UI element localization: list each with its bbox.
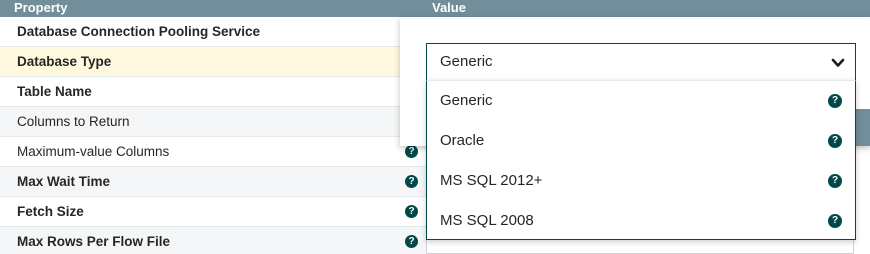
dropdown-option[interactable]: MS SQL 2012+ ? bbox=[427, 161, 855, 201]
property-label: Fetch Size bbox=[17, 204, 84, 219]
dropdown-option[interactable]: Oracle ? bbox=[427, 121, 855, 161]
help-icon[interactable]: ? bbox=[828, 134, 842, 148]
help-icon[interactable]: ? bbox=[405, 175, 418, 188]
option-label: Generic bbox=[440, 92, 493, 109]
dropdown-option[interactable]: Generic ? bbox=[427, 81, 855, 121]
help-icon[interactable]: ? bbox=[828, 94, 842, 108]
help-icon[interactable]: ? bbox=[405, 145, 418, 158]
property-row[interactable]: Maximum-value Columns ? bbox=[0, 137, 426, 167]
property-row[interactable]: Fetch Size ? bbox=[0, 197, 426, 227]
value-column-header: Value bbox=[432, 0, 466, 15]
property-label: Database Connection Pooling Service bbox=[17, 24, 261, 39]
option-label: Oracle bbox=[440, 132, 485, 149]
property-label: Columns to Return bbox=[17, 114, 130, 129]
dropdown-menu: Generic ? Oracle ? MS SQL 2012+ ? MS SQL… bbox=[426, 80, 856, 240]
property-row[interactable]: Table Name bbox=[0, 77, 426, 107]
help-icon[interactable]: ? bbox=[405, 235, 418, 248]
property-label: Table Name bbox=[17, 84, 92, 99]
property-row[interactable]: Database Connection Pooling Service bbox=[0, 17, 426, 47]
database-type-select[interactable]: Generic bbox=[426, 43, 856, 80]
help-icon[interactable]: ? bbox=[828, 174, 842, 188]
property-row-selected[interactable]: Database Type bbox=[0, 47, 426, 77]
property-row[interactable]: Max Wait Time ? bbox=[0, 167, 426, 197]
help-icon[interactable]: ? bbox=[405, 205, 418, 218]
option-label: MS SQL 2012+ bbox=[440, 172, 543, 189]
chevron-down-icon bbox=[831, 58, 845, 67]
table-header: Property Value bbox=[0, 0, 870, 17]
property-label: Max Wait Time bbox=[17, 174, 111, 189]
property-row[interactable]: Max Rows Per Flow File ? bbox=[0, 227, 426, 254]
selected-value: Generic bbox=[440, 53, 493, 70]
help-icon[interactable]: ? bbox=[828, 214, 842, 228]
property-row[interactable]: Columns to Return bbox=[0, 107, 426, 137]
option-label: MS SQL 2008 bbox=[440, 212, 534, 229]
property-label: Max Rows Per Flow File bbox=[17, 234, 171, 249]
dropdown-option[interactable]: MS SQL 2008 ? bbox=[427, 201, 855, 241]
property-label: Database Type bbox=[17, 54, 112, 69]
property-column-header: Property bbox=[14, 0, 68, 15]
property-label: Maximum-value Columns bbox=[17, 144, 170, 159]
